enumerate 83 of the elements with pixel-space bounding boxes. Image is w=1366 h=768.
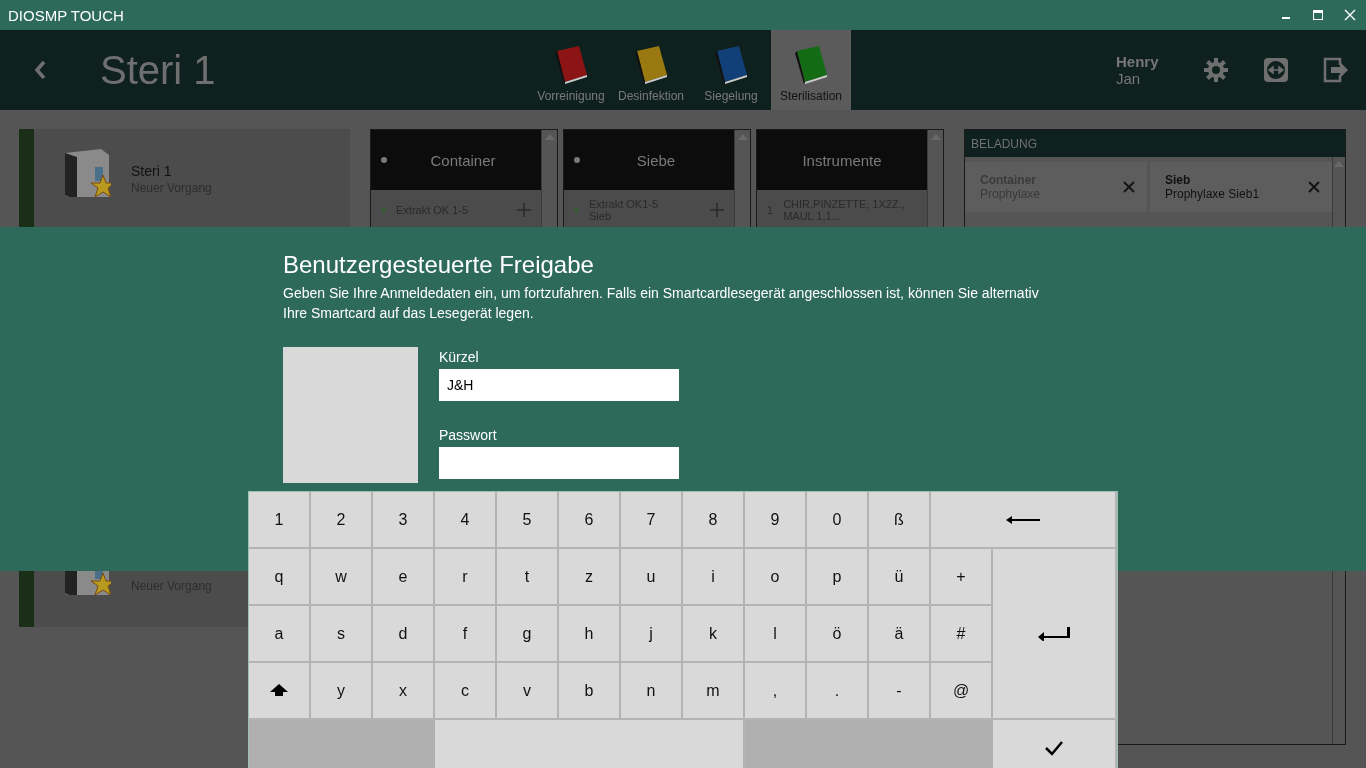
keyboard-key[interactable]: s — [311, 606, 373, 663]
column-header[interactable]: Container — [371, 130, 541, 190]
keyboard-key[interactable]: 7 — [621, 492, 683, 549]
keyboard-key[interactable]: 0 — [807, 492, 869, 549]
field-label: Kürzel — [439, 349, 480, 365]
keyboard-key[interactable]: f — [435, 606, 497, 663]
keyboard-key[interactable]: o — [745, 549, 807, 606]
backspace-key[interactable] — [931, 492, 1117, 549]
dialog-message: Geben Sie Ihre Anmeldedaten ein, um fortzufahren. Falls ein Smartcardlesegerät angeschlossen ist, können Sie alternativ Ihre Smartcard auf das Lesegerät legen. — [283, 284, 1040, 323]
keyboard-key[interactable]: n — [621, 663, 683, 720]
keyboard-key[interactable]: ä — [869, 606, 931, 663]
backspace-icon — [1006, 514, 1040, 525]
keyboard-key[interactable]: j — [621, 606, 683, 663]
field-label: Passwort — [439, 427, 498, 443]
keyboard-key[interactable]: p — [807, 549, 869, 606]
keyboard-key[interactable]: k — [683, 606, 745, 663]
keyboard-key[interactable]: w — [311, 549, 373, 606]
process-name: Steri 1 — [131, 163, 173, 179]
keyboard-key[interactable]: h — [559, 606, 621, 663]
enter-key[interactable] — [993, 549, 1117, 720]
keyboard-key[interactable]: l — [745, 606, 807, 663]
settings-icon[interactable] — [1203, 57, 1229, 83]
keyboard-key[interactable]: q — [249, 549, 311, 606]
window-title: DIOSMP TOUCH — [7, 6, 125, 24]
process-tab[interactable]: Siegelung — [691, 30, 771, 110]
logout-icon[interactable] — [1323, 57, 1349, 83]
keyboard-key[interactable]: 8 — [683, 492, 745, 549]
keyboard-key[interactable]: ß — [869, 492, 931, 549]
keyboard-key[interactable]: g — [497, 606, 559, 663]
keyboard-key[interactable]: , — [745, 663, 807, 720]
keyboard-key[interactable]: # — [931, 606, 993, 663]
item-name: Prophylaxe Sieb1 — [1165, 187, 1261, 201]
shift-key[interactable] — [249, 663, 311, 720]
keyboard-key[interactable]: 1 — [249, 492, 311, 549]
keyboard-key[interactable]: i — [683, 549, 745, 606]
keyboard-key[interactable]: ü — [869, 549, 931, 606]
keyboard-key[interactable]: ö — [807, 606, 869, 663]
scroll-up-icon[interactable] — [1334, 161, 1344, 167]
user-last-name: Henry — [1116, 53, 1160, 70]
space-key[interactable] — [435, 720, 745, 768]
shift-icon — [270, 683, 288, 698]
keyboard-key[interactable]: . — [807, 663, 869, 720]
keyboard-key[interactable]: 9 — [745, 492, 807, 549]
keyboard-key[interactable]: z — [559, 549, 621, 606]
remote-connection-icon[interactable] — [1263, 57, 1289, 83]
keyboard-key[interactable]: a — [249, 606, 311, 663]
keyboard-key[interactable]: v — [497, 663, 559, 720]
input-field[interactable] — [439, 447, 679, 479]
plus-icon[interactable] — [517, 203, 531, 217]
keyboard-key[interactable]: 3 — [373, 492, 435, 549]
keyboard-key[interactable]: @ — [931, 663, 993, 720]
plus-icon[interactable] — [710, 203, 724, 217]
panel-title: BELADUNG — [965, 130, 1345, 157]
keyboard-key[interactable]: r — [435, 549, 497, 606]
column-header[interactable]: Siebe — [564, 130, 734, 190]
keyboard-key[interactable]: e — [373, 549, 435, 606]
keyboard-key[interactable]: d — [373, 606, 435, 663]
user-first-name: Jan — [1116, 70, 1142, 87]
keyboard-key[interactable]: y — [311, 663, 373, 720]
process-tab[interactable]: Desinfektion — [611, 30, 691, 110]
column-header[interactable]: Instrumente — [757, 130, 927, 190]
close-icon[interactable] — [1308, 181, 1320, 193]
keyboard-key[interactable]: + — [931, 549, 993, 606]
process-tab[interactable]: Vorreinigung — [531, 30, 611, 110]
keyboard-key[interactable]: b — [559, 663, 621, 720]
keyboard-key[interactable]: c — [435, 663, 497, 720]
maximize-icon[interactable] — [1312, 9, 1324, 21]
keyboard-key[interactable]: x — [373, 663, 435, 720]
dialog-title: Benutzergesteuerte Freigabe — [283, 251, 595, 279]
page-title: Steri 1 — [100, 47, 216, 93]
keyboard-key[interactable]: 4 — [435, 492, 497, 549]
keyboard-key[interactable]: 6 — [559, 492, 621, 549]
keyboard-key[interactable]: m — [683, 663, 745, 720]
input-field[interactable]: J&H — [439, 369, 679, 401]
keyboard-key[interactable]: t — [497, 549, 559, 606]
enter-icon — [1038, 626, 1070, 641]
keyboard-key[interactable]: - — [869, 663, 931, 720]
keyboard-key[interactable]: 5 — [497, 492, 559, 549]
item-type: Sieb — [1165, 173, 1192, 187]
keyboard-key[interactable]: 2 — [311, 492, 373, 549]
check-icon — [1044, 739, 1064, 756]
confirm-key[interactable] — [993, 720, 1117, 768]
keyboard-key[interactable]: u — [621, 549, 683, 606]
